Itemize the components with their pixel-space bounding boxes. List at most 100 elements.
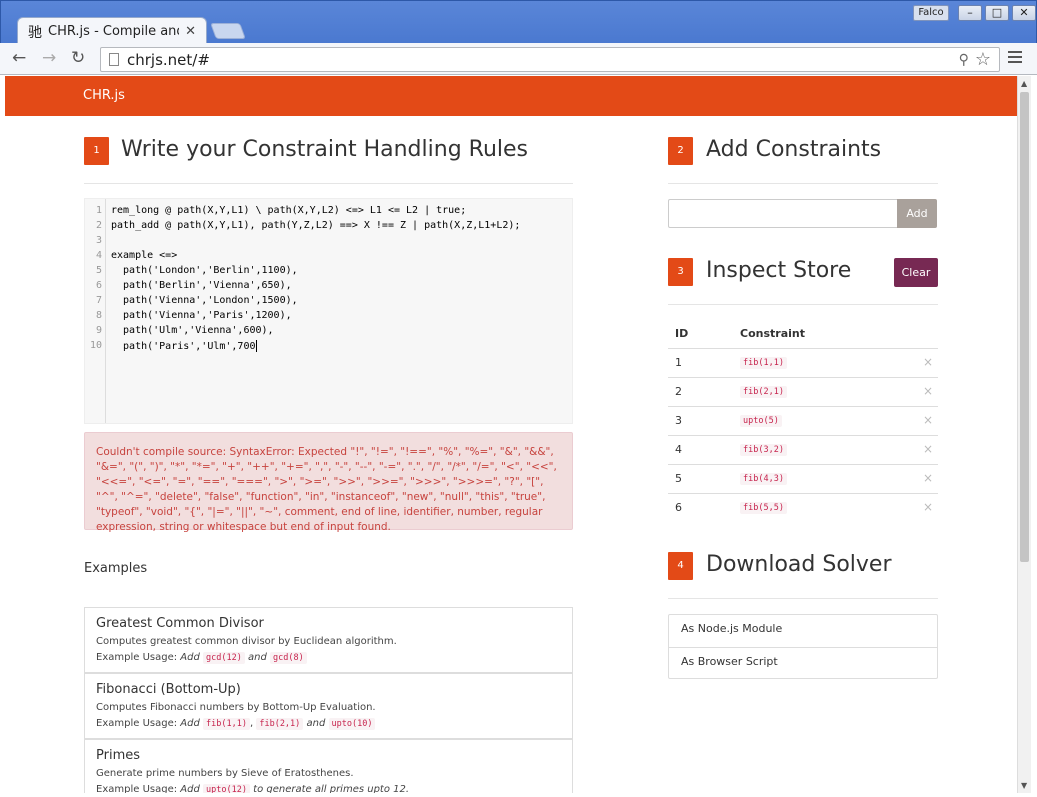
constraint-code[interactable]: upto(10) — [328, 718, 376, 730]
delete-icon[interactable]: × — [923, 442, 933, 456]
example-title[interactable]: Fibonacci (Bottom-Up) — [96, 682, 561, 697]
row-constraint: fib(5,5) — [740, 502, 787, 514]
example-item-primes[interactable]: Primes Generate prime numbers by Sieve o… — [84, 739, 573, 793]
delete-icon[interactable]: × — [923, 384, 933, 398]
constraint-code[interactable]: upto(12) — [203, 784, 250, 793]
navbar-brand[interactable]: CHR.js — [83, 88, 125, 103]
delete-icon[interactable]: × — [923, 413, 933, 427]
download-browser-link[interactable]: As Browser Script — [669, 647, 937, 679]
section-title-rules: Write your Constraint Handling Rules — [121, 137, 528, 162]
example-usage: Example Usage: Add gcd(12) and gcd(8) — [96, 652, 561, 664]
navbar: CHR.js — [5, 76, 1017, 116]
constraint-code[interactable]: gcd(8) — [270, 652, 307, 664]
row-constraint: upto(5) — [740, 415, 782, 427]
column-header-id: ID — [675, 327, 689, 340]
tab-title: CHR.js - Compile and — [48, 24, 180, 39]
tab-close-icon[interactable]: ✕ — [185, 24, 196, 39]
favicon-icon: 驰 — [28, 24, 42, 41]
scrollbar[interactable]: ▲ ▼ — [1017, 76, 1031, 793]
example-description: Computes greatest common divisor by Eucl… — [96, 636, 397, 647]
table-row: 3 upto(5) × — [668, 406, 938, 435]
code-line[interactable]: path_add @ path(X,Y,L1), path(Y,Z,L2) ==… — [111, 220, 520, 231]
row-id: 3 — [675, 414, 682, 427]
code-line-last[interactable]: path('Paris','Ulm',700 — [111, 340, 257, 352]
table-row: 1 fib(1,1) × — [668, 348, 938, 377]
text-cursor — [255, 340, 257, 352]
line-number: 8 — [95, 310, 102, 321]
compile-error-alert: Couldn't compile source: SyntaxError: Ex… — [84, 432, 573, 533]
row-constraint: fib(3,2) — [740, 444, 787, 456]
row-id: 1 — [675, 356, 682, 369]
example-usage: Example Usage: Add fib(1,1), fib(2,1) an… — [96, 718, 561, 730]
code-line[interactable]: rem_long @ path(X,Y,L1) \ path(X,Y,L2) <… — [111, 205, 466, 216]
delete-icon[interactable]: × — [923, 500, 933, 514]
row-constraint: fib(2,1) — [740, 386, 787, 398]
page-content: CHR.js 1 Write your Constraint Handling … — [5, 76, 1017, 793]
step-badge-1: 1 — [84, 137, 109, 165]
maximize-button[interactable]: □ — [985, 5, 1009, 21]
row-id: 5 — [675, 472, 682, 485]
row-id: 4 — [675, 443, 682, 456]
example-description: Computes Fibonacci numbers by Bottom-Up … — [96, 702, 376, 713]
example-item-gcd[interactable]: Greatest Common Divisor Computes greates… — [84, 607, 573, 673]
minimize-button[interactable]: – — [958, 5, 982, 21]
constraint-code[interactable]: gcd(12) — [203, 652, 245, 664]
new-tab-button[interactable] — [210, 23, 246, 39]
line-number: 3 — [95, 235, 102, 246]
line-number: 5 — [95, 265, 102, 276]
code-line[interactable]: path('London','Berlin',1100), — [111, 265, 298, 276]
divider — [668, 304, 938, 305]
reload-icon[interactable]: ↻ — [71, 48, 85, 68]
delete-icon[interactable]: × — [923, 471, 933, 485]
row-id: 6 — [675, 501, 682, 514]
back-icon[interactable]: ← — [12, 48, 26, 68]
divider — [668, 183, 938, 184]
step-badge-2: 2 — [668, 137, 693, 165]
close-window-button[interactable]: ✕ — [1012, 5, 1036, 21]
example-title[interactable]: Primes — [96, 748, 561, 763]
line-number: 1 — [95, 205, 102, 216]
table-row: 2 fib(2,1) × — [668, 377, 938, 406]
constraint-code[interactable]: fib(2,1) — [256, 718, 304, 730]
constraint-input[interactable] — [668, 199, 898, 228]
example-title[interactable]: Greatest Common Divisor — [96, 616, 561, 631]
scroll-down-icon[interactable]: ▼ — [1021, 781, 1027, 790]
line-number-gutter: 1 2 3 4 5 6 7 8 9 10 — [85, 199, 106, 423]
line-number: 7 — [95, 295, 102, 306]
code-line[interactable]: example <=> — [111, 250, 177, 261]
examples-heading: Examples — [84, 561, 148, 576]
browser-toolbar: ← → ↻ chrjs.net/# ⚲ ☆ — [0, 43, 1037, 75]
divider — [668, 598, 938, 599]
table-row: 6 fib(5,5) × — [668, 493, 938, 522]
add-button[interactable]: Add — [897, 199, 937, 228]
code-editor[interactable]: 1 2 3 4 5 6 7 8 9 10 rem_long @ path(X,Y… — [84, 198, 573, 424]
menu-icon[interactable] — [1008, 51, 1022, 66]
row-constraint: fib(4,3) — [740, 473, 787, 485]
constraint-code[interactable]: fib(1,1) — [203, 718, 250, 730]
profile-button[interactable]: Falco — [913, 5, 949, 21]
clear-button[interactable]: Clear — [894, 258, 938, 287]
browser-tab[interactable]: 驰 CHR.js - Compile and ✕ — [17, 17, 207, 45]
step-badge-4: 4 — [668, 552, 693, 580]
forward-icon[interactable]: → — [42, 48, 56, 68]
example-usage: Example Usage: Add upto(12) to generate … — [96, 784, 561, 793]
page-icon — [109, 53, 119, 66]
code-line[interactable]: path('Ulm','Vienna',600), — [111, 325, 274, 336]
address-bar[interactable]: chrjs.net/# ⚲ ☆ — [100, 47, 1000, 72]
scroll-up-icon[interactable]: ▲ — [1021, 79, 1027, 88]
line-number: 6 — [95, 280, 102, 291]
code-line[interactable]: path('Vienna','London',1500), — [111, 295, 298, 306]
section-title-inspect-store: Inspect Store — [706, 258, 852, 283]
url-text[interactable]: chrjs.net/# — [127, 51, 959, 69]
download-nodejs-link[interactable]: As Node.js Module — [669, 615, 937, 647]
section-title-download: Download Solver — [706, 552, 892, 577]
code-line[interactable]: path('Vienna','Paris',1200), — [111, 310, 292, 321]
example-item-fibonacci[interactable]: Fibonacci (Bottom-Up) Computes Fibonacci… — [84, 673, 573, 739]
line-number: 10 — [89, 340, 102, 351]
scrollbar-thumb[interactable] — [1020, 92, 1029, 562]
download-list: As Node.js Module As Browser Script — [668, 614, 938, 679]
delete-icon[interactable]: × — [923, 355, 933, 369]
bookmark-star-icon[interactable]: ☆ — [975, 49, 991, 70]
code-line[interactable]: path('Berlin','Vienna',650), — [111, 280, 292, 291]
zoom-icon[interactable]: ⚲ — [959, 52, 969, 68]
